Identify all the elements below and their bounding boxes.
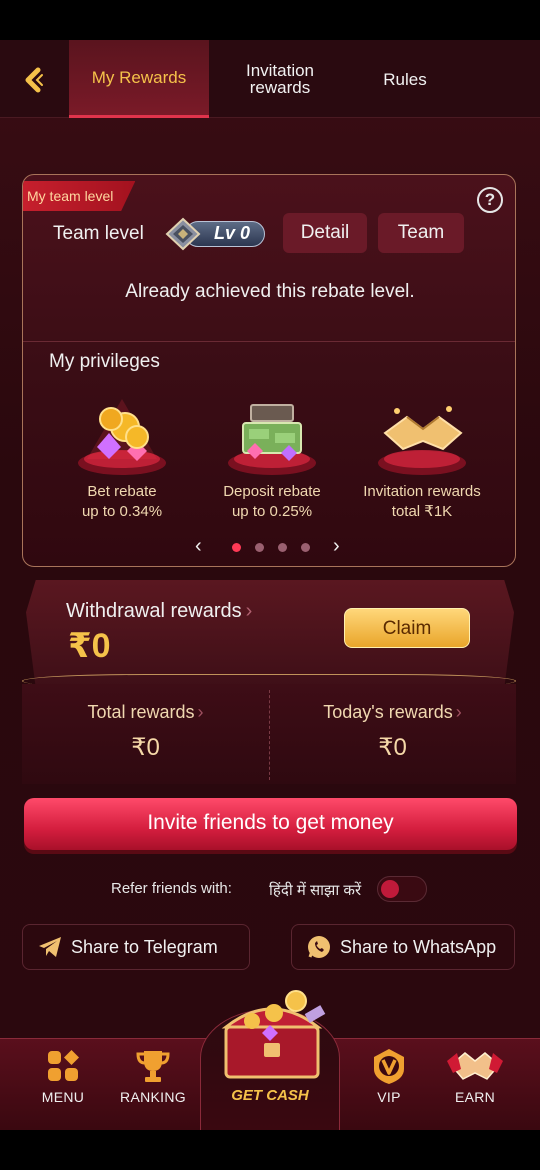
- withdrawal-amount: ₹0: [68, 627, 111, 665]
- refer-label: Refer friends with:: [111, 880, 232, 897]
- team-button[interactable]: Team: [378, 213, 464, 253]
- pager-dot[interactable]: [278, 543, 287, 552]
- handshake-icon: [447, 1052, 503, 1080]
- vip-shield-icon: [374, 1049, 404, 1084]
- whatsapp-icon: [308, 936, 330, 958]
- rewards-screen: My Rewards Invitation rewards Rules My t…: [0, 40, 540, 1130]
- coins-gems-icon: [78, 399, 166, 475]
- total-rewards-value: ₹0: [131, 734, 160, 761]
- handshake-icon: [378, 406, 466, 475]
- withdrawal-rewards-link[interactable]: Withdrawal rewards ›: [66, 600, 252, 623]
- system-nav-bar: [0, 1130, 540, 1170]
- team-level-card: My team level ? Team level Lv 0 Detail T…: [22, 174, 516, 567]
- header: My Rewards Invitation rewards Rules: [0, 40, 540, 118]
- hindi-share-toggle[interactable]: [377, 876, 427, 902]
- todays-rewards[interactable]: Today's rewards › ₹0: [269, 702, 516, 762]
- pager-next-icon[interactable]: ›: [333, 535, 340, 558]
- share-telegram-button[interactable]: Share to Telegram: [22, 924, 250, 970]
- telegram-icon: [39, 937, 61, 957]
- privilege-deposit-rebate[interactable]: Deposit rebate up to 0.25%: [197, 389, 347, 521]
- nav-vip[interactable]: VIP: [344, 1047, 434, 1105]
- pager-dot[interactable]: [232, 543, 241, 552]
- pager-dot[interactable]: [301, 543, 310, 552]
- privileges-title: My privileges: [49, 351, 160, 372]
- privilege-bet-rebate[interactable]: Bet rebate up to 0.34%: [47, 389, 197, 521]
- nav-vip-label: VIP: [377, 1089, 401, 1105]
- pager-prev-icon[interactable]: ‹: [195, 535, 202, 558]
- chevron-right-icon: ›: [455, 702, 462, 722]
- money-chest-icon: [228, 404, 316, 475]
- level-emblem-icon: [165, 217, 201, 251]
- achieved-text: Already achieved this rebate level.: [125, 281, 415, 302]
- team-level-label: Team level: [53, 223, 144, 244]
- share-whatsapp-label: Share to WhatsApp: [340, 936, 497, 957]
- privilege-line1: Deposit rebate: [223, 483, 321, 500]
- claim-button[interactable]: Claim: [344, 608, 470, 648]
- get-cash-label[interactable]: GET CASH: [200, 1087, 340, 1104]
- divider: [23, 341, 515, 342]
- withdrawal-rewards-panel: Withdrawal rewards › ₹0 Claim: [26, 580, 514, 688]
- tab-my-rewards[interactable]: My Rewards: [69, 40, 209, 118]
- refer-row: Refer friends with: हिंदी में साझा करें: [0, 876, 540, 902]
- nav-menu[interactable]: MENU: [18, 1047, 108, 1105]
- nav-ranking-label: RANKING: [120, 1089, 186, 1105]
- back-button[interactable]: [18, 64, 50, 96]
- bottom-nav: GET CASH MENU RANKING VIP EARN: [0, 990, 540, 1130]
- help-icon[interactable]: ?: [477, 187, 503, 213]
- todays-rewards-label: Today's rewards: [323, 702, 453, 722]
- toggle-knob: [381, 880, 399, 898]
- nav-ranking[interactable]: RANKING: [108, 1047, 198, 1105]
- my-team-level-ribbon: My team level: [23, 181, 136, 211]
- privilege-invitation-rewards[interactable]: Invitation rewards total ₹1K: [347, 389, 497, 521]
- chevron-right-icon: ›: [245, 600, 253, 622]
- detail-button[interactable]: Detail: [283, 213, 367, 253]
- nav-earn[interactable]: EARN: [430, 1047, 520, 1105]
- tab-invitation-rewards[interactable]: Invitation rewards: [220, 40, 340, 118]
- trophy-icon: [136, 1051, 170, 1082]
- tab-rules[interactable]: Rules: [350, 40, 460, 118]
- total-rewards-label: Total rewards: [87, 702, 195, 722]
- withdrawal-rewards-label: Withdrawal rewards: [66, 600, 242, 622]
- privilege-line2: up to 0.34%: [81, 503, 163, 520]
- nav-earn-label: EARN: [454, 1089, 496, 1105]
- invite-friends-button[interactable]: Invite friends to get money: [24, 798, 517, 850]
- hindi-share-label: हिंदी में साझा करें: [269, 882, 362, 899]
- privilege-line2: up to 0.25%: [231, 503, 313, 520]
- share-telegram-label: Share to Telegram: [71, 936, 218, 957]
- rewards-totals: Total rewards › ₹0 Today's rewards › ₹0: [22, 684, 516, 784]
- pager-dot[interactable]: [255, 543, 264, 552]
- privileges-pager: ‹ ›: [23, 535, 515, 558]
- nav-menu-label: MENU: [41, 1089, 85, 1105]
- menu-grid-icon: [48, 1050, 79, 1081]
- share-whatsapp-button[interactable]: Share to WhatsApp: [291, 924, 515, 970]
- todays-rewards-value: ₹0: [378, 734, 407, 761]
- privilege-line1: Invitation rewards: [363, 483, 481, 500]
- privilege-line1: Bet rebate: [87, 483, 157, 500]
- level-badge: Lv 0: [165, 217, 267, 251]
- back-arrow-icon: [25, 67, 43, 93]
- total-rewards[interactable]: Total rewards › ₹0: [22, 702, 269, 762]
- treasure-chest-icon[interactable]: [212, 987, 332, 1087]
- privilege-line2: total ₹1K: [391, 503, 453, 520]
- chevron-right-icon: ›: [197, 702, 204, 722]
